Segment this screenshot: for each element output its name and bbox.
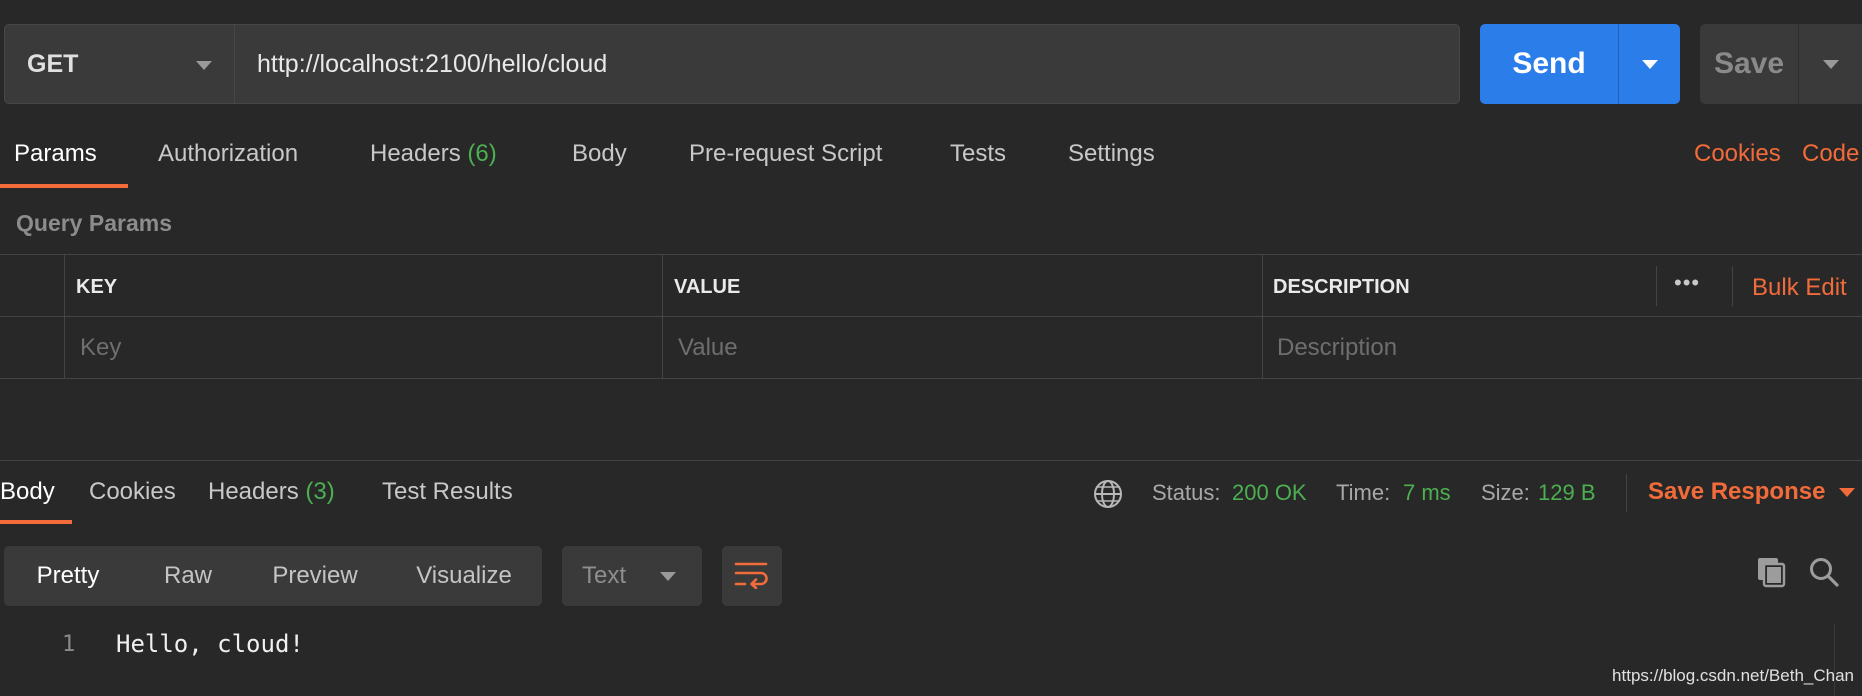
- search-icon[interactable]: [1808, 556, 1840, 593]
- tab-headers-label: Headers: [370, 140, 461, 167]
- view-preview-button[interactable]: Preview: [244, 546, 386, 606]
- send-button[interactable]: Send: [1480, 24, 1618, 104]
- tab-headers[interactable]: Headers (6): [370, 140, 497, 168]
- view-pretty-button[interactable]: Pretty: [4, 546, 132, 606]
- save-response-label: Save Response: [1648, 478, 1826, 505]
- watermark: https://blog.csdn.net/Beth_Chan: [1612, 666, 1854, 685]
- column-header-key: KEY: [76, 276, 118, 298]
- active-tab-indicator: [0, 184, 128, 188]
- response-tab-body[interactable]: Body: [0, 478, 55, 506]
- meta-divider: [1626, 474, 1627, 512]
- table-header-divider: [1656, 266, 1657, 306]
- format-label: Text: [582, 562, 627, 589]
- response-tab-cookies[interactable]: Cookies: [89, 478, 176, 506]
- tab-pre-request-script[interactable]: Pre-request Script: [689, 140, 882, 168]
- method-select[interactable]: GET: [4, 24, 234, 104]
- chevron-down-icon: [1641, 59, 1658, 69]
- wrap-lines-icon: [734, 559, 770, 594]
- response-active-tab-indicator: [0, 520, 72, 524]
- code-link[interactable]: Code: [1802, 140, 1859, 168]
- response-tab-test-results[interactable]: Test Results: [382, 478, 513, 506]
- tab-settings[interactable]: Settings: [1068, 140, 1155, 168]
- chevron-down-icon: [660, 572, 676, 581]
- send-options-button[interactable]: [1619, 24, 1680, 104]
- time-label: Time:: [1336, 480, 1391, 505]
- param-description-input[interactable]: Description: [1277, 334, 1397, 362]
- headers-count-badge: (6): [467, 140, 497, 167]
- copy-icon[interactable]: [1756, 556, 1788, 593]
- table-col-divider: [1262, 254, 1263, 379]
- tab-tests[interactable]: Tests: [950, 140, 1006, 168]
- method-label: GET: [27, 49, 79, 78]
- view-mode-group: Pretty Raw Preview Visualize: [4, 546, 542, 606]
- url-input[interactable]: http://localhost:2100/hello/cloud: [234, 24, 1460, 104]
- save-response-button[interactable]: Save Response: [1648, 478, 1856, 506]
- status-label: Status:: [1152, 480, 1221, 505]
- chevron-down-icon: [1839, 487, 1856, 497]
- more-icon[interactable]: •••: [1674, 270, 1700, 296]
- save-button-group: Save: [1700, 24, 1862, 104]
- response-body-text: Hello, cloud!: [116, 630, 304, 658]
- tab-body[interactable]: Body: [572, 140, 627, 168]
- format-select[interactable]: Text: [562, 546, 702, 606]
- table-border-bottom: [0, 378, 1862, 379]
- status-value: 200 OK: [1232, 480, 1307, 505]
- save-options-button[interactable]: [1799, 24, 1862, 104]
- column-header-value: VALUE: [674, 276, 741, 298]
- table-header-divider: [1732, 266, 1733, 306]
- param-value-input[interactable]: Value: [678, 334, 738, 362]
- response-headers-label: Headers: [208, 478, 299, 505]
- size-value: 129 B: [1538, 480, 1596, 505]
- chevron-down-icon: [1822, 59, 1839, 69]
- table-border-mid: [0, 316, 1862, 317]
- url-text: http://localhost:2100/hello/cloud: [257, 49, 608, 78]
- chevron-down-icon: [196, 61, 212, 70]
- wrap-lines-button[interactable]: [722, 546, 782, 606]
- table-col-divider: [64, 254, 65, 379]
- query-params-title: Query Params: [16, 210, 172, 236]
- tab-params[interactable]: Params: [14, 140, 97, 168]
- table-col-divider: [662, 254, 663, 379]
- send-button-group: Send: [1480, 24, 1680, 104]
- response-headers-count-badge: (3): [305, 478, 335, 505]
- response-divider: [0, 460, 1862, 461]
- param-key-input[interactable]: Key: [80, 334, 121, 362]
- tab-authorization[interactable]: Authorization: [158, 140, 298, 168]
- table-border-top: [0, 254, 1862, 255]
- column-header-description: DESCRIPTION: [1273, 276, 1410, 298]
- time-value: 7 ms: [1403, 480, 1451, 505]
- save-button[interactable]: Save: [1700, 24, 1798, 104]
- response-tab-headers[interactable]: Headers (3): [208, 478, 335, 506]
- globe-icon[interactable]: [1092, 478, 1124, 515]
- cookies-link[interactable]: Cookies: [1694, 140, 1781, 168]
- line-number: 1: [62, 632, 76, 657]
- bulk-edit-link[interactable]: Bulk Edit: [1752, 274, 1847, 302]
- size-label: Size:: [1481, 480, 1530, 505]
- view-raw-button[interactable]: Raw: [132, 546, 244, 606]
- view-visualize-button[interactable]: Visualize: [386, 546, 542, 606]
